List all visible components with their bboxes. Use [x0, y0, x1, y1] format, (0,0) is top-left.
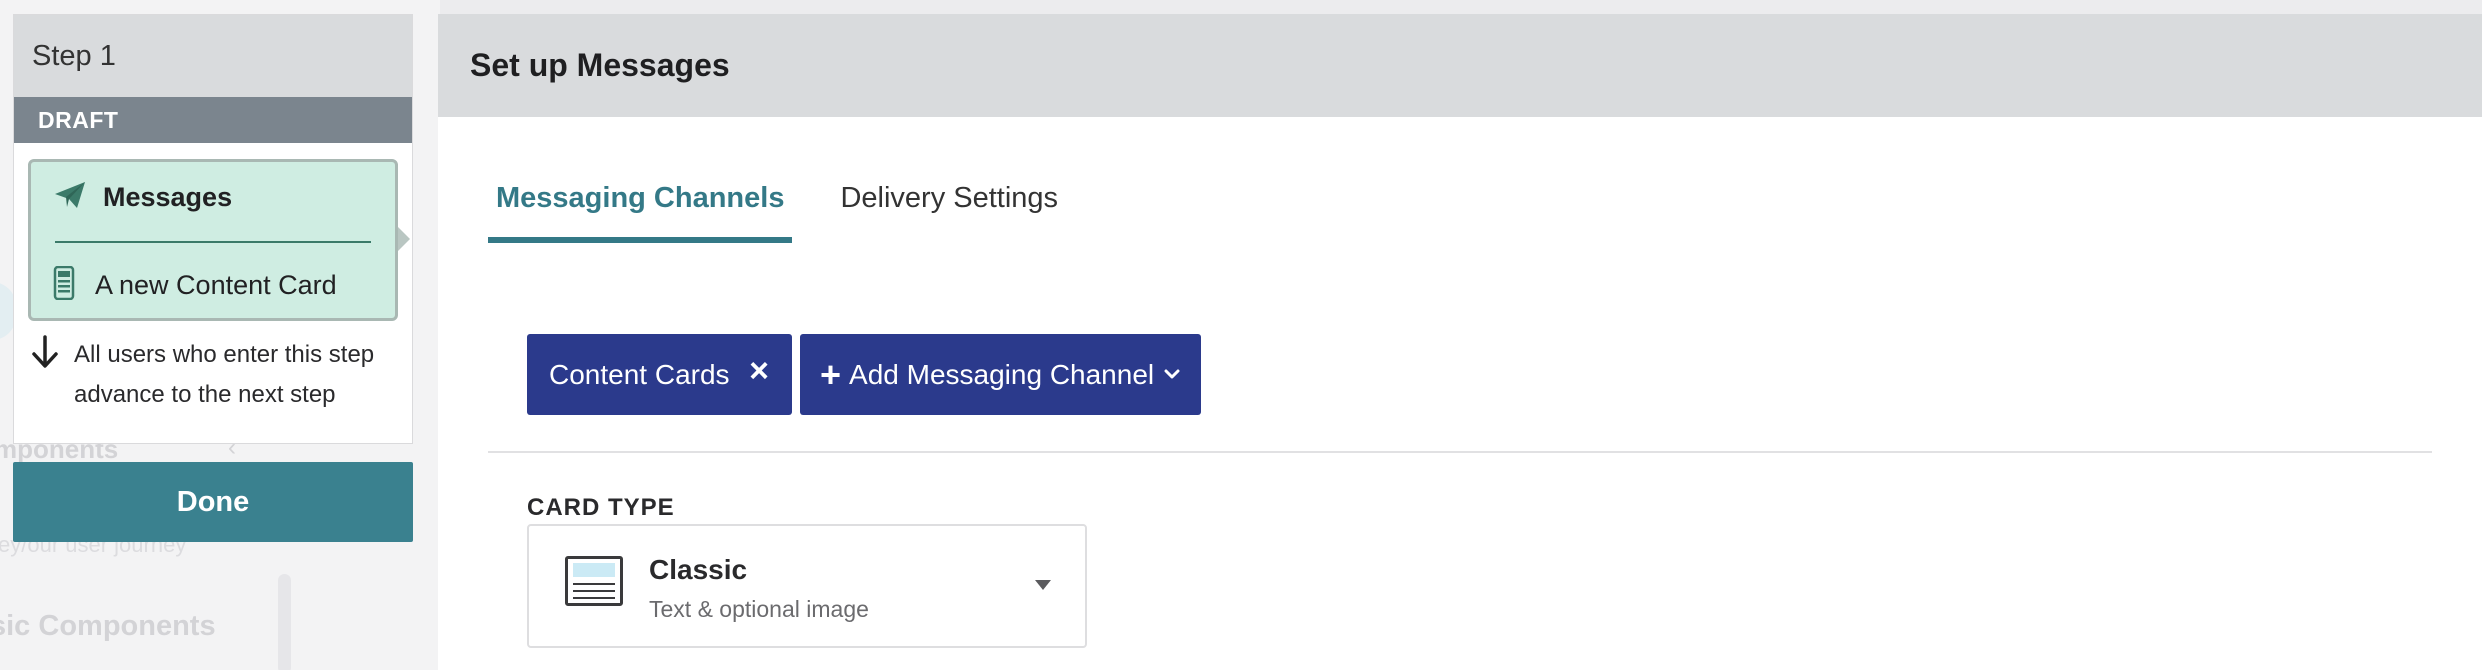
- step-title: Step 1: [14, 15, 412, 97]
- content-card-row: A new Content Card: [53, 265, 337, 305]
- arrow-down-icon: [30, 335, 60, 374]
- add-messaging-channel-button[interactable]: + Add Messaging Channel: [800, 334, 1201, 415]
- messages-summary[interactable]: Messages A new Content Card: [28, 159, 398, 321]
- background-scrollbar: [278, 574, 291, 670]
- channel-chip-content-cards[interactable]: Content Cards ×: [527, 334, 792, 415]
- modal-title: Set up Messages: [438, 14, 2482, 117]
- messages-label: Messages: [103, 182, 233, 212]
- paper-plane-icon: [53, 180, 87, 215]
- messages-row: Messages: [53, 180, 232, 215]
- advance-rule: All users who enter this step advance to…: [30, 335, 404, 415]
- tab-delivery-settings[interactable]: Delivery Settings: [832, 174, 1066, 243]
- messages-divider: [55, 241, 371, 243]
- advance-text: All users who enter this step advance to…: [74, 341, 375, 408]
- background-basic-components-heading: sic Components: [0, 610, 216, 642]
- card-type-label: CARD TYPE: [527, 494, 675, 521]
- done-button[interactable]: Done: [13, 462, 413, 542]
- status-badge: DRAFT: [14, 97, 412, 143]
- chevron-down-icon: [1164, 363, 1180, 386]
- tab-messaging-channels[interactable]: Messaging Channels: [488, 174, 793, 243]
- setup-messages-modal: Set up Messages Messaging Channels Deliv…: [438, 14, 2482, 670]
- messages-pointer: [398, 227, 410, 251]
- classic-card-icon: [565, 556, 623, 606]
- step-card[interactable]: Step 1 DRAFT Messages A new Content Card…: [13, 14, 413, 444]
- caret-down-icon[interactable]: [1035, 580, 1051, 590]
- add-messaging-channel-label: Add Messaging Channel: [849, 358, 1155, 390]
- phone-card-icon: [53, 265, 75, 305]
- close-icon[interactable]: ×: [744, 354, 774, 388]
- plus-icon: +: [820, 353, 842, 395]
- card-type-select[interactable]: Classic Text & optional image: [527, 524, 1087, 648]
- channel-chip-label: Content Cards: [549, 358, 730, 390]
- card-type-title: Classic: [649, 554, 748, 585]
- tab-bar: Messaging Channels Delivery Settings: [488, 174, 1106, 243]
- card-type-description: Text & optional image: [649, 596, 869, 622]
- content-card-label: A new Content Card: [95, 270, 337, 300]
- section-divider: [488, 451, 2432, 453]
